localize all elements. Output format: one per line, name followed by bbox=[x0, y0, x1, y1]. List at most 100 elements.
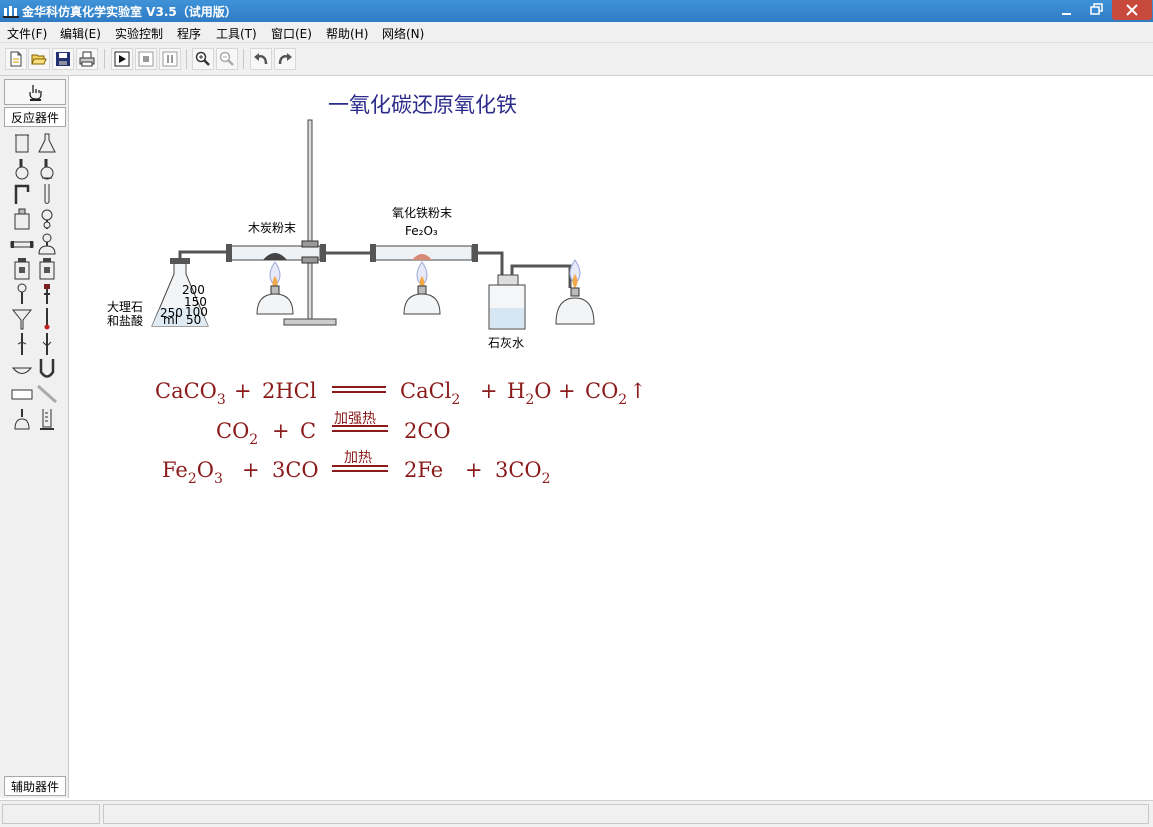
gas-bottle-icon[interactable] bbox=[10, 257, 34, 281]
menu-help[interactable]: 帮助(H) bbox=[326, 25, 368, 42]
undo-button[interactable] bbox=[250, 48, 272, 70]
pointer-tool-button[interactable] bbox=[4, 79, 66, 105]
pause-button[interactable] bbox=[159, 48, 181, 70]
glass-slide-icon[interactable] bbox=[10, 382, 34, 406]
iron-oxide-reaction-tube[interactable] bbox=[370, 244, 478, 262]
open-button[interactable] bbox=[28, 48, 50, 70]
equation-1: CaCO3 + 2HCl CaCl2 + H2O + CO2 ↑ bbox=[155, 379, 647, 408]
stop-icon bbox=[138, 51, 154, 67]
minimize-icon bbox=[1062, 13, 1071, 15]
conical-flask[interactable]: 250 ml 200 150 100 50 bbox=[151, 258, 209, 327]
zoom-out-button[interactable] bbox=[216, 48, 238, 70]
hand-pointer-icon bbox=[29, 85, 42, 101]
reagent-bottle-icon[interactable] bbox=[10, 207, 34, 231]
dropper-icon[interactable] bbox=[10, 282, 34, 306]
alcohol-lamp-2[interactable] bbox=[403, 261, 441, 315]
folder-open-icon bbox=[31, 54, 47, 65]
toolbar-separator bbox=[104, 49, 105, 69]
minimize-button[interactable] bbox=[1052, 0, 1082, 20]
flat-flask-icon[interactable] bbox=[35, 157, 59, 181]
svg-text:CaCl2: CaCl2 bbox=[400, 379, 460, 408]
svg-text:Fe2O3: Fe2O3 bbox=[162, 458, 223, 487]
save-button[interactable] bbox=[52, 48, 74, 70]
status-bar bbox=[0, 800, 1153, 827]
tab-reaction-apparatus[interactable]: 反应器件 bbox=[4, 107, 66, 127]
svg-text:CO2: CO2 bbox=[216, 419, 258, 448]
tab-auxiliary-apparatus[interactable]: 辅助器件 bbox=[4, 776, 66, 796]
condition-strong-heat: 加强热 bbox=[334, 411, 376, 427]
menu-experiment-control[interactable]: 实验控制 bbox=[115, 25, 163, 42]
stirring-rod-icon[interactable] bbox=[35, 382, 59, 406]
label-marble: 大理石 bbox=[107, 300, 143, 314]
experiment-drawing: 一氧化碳还原氧化铁 250 ml 200 150 100 50 大理石 和盐酸 bbox=[107, 93, 647, 487]
undo-icon bbox=[254, 53, 268, 65]
conical-flask-icon[interactable] bbox=[35, 132, 59, 156]
measuring-cylinder-icon[interactable] bbox=[35, 407, 59, 431]
svg-text:C: C bbox=[300, 419, 316, 443]
svg-text:CO2: CO2 bbox=[585, 379, 627, 408]
printer-icon bbox=[79, 51, 95, 67]
svg-text:↑: ↑ bbox=[629, 379, 647, 403]
label-charcoal-powder: 木炭粉末 bbox=[248, 221, 296, 235]
alcohol-lamp-1[interactable] bbox=[256, 261, 294, 315]
condition-heat: 加热 bbox=[344, 450, 372, 466]
status-pane-2 bbox=[103, 804, 1149, 824]
svg-text:2HCl: 2HCl bbox=[262, 379, 317, 403]
glass-tube-y-icon[interactable] bbox=[35, 332, 59, 356]
save-disk-icon bbox=[56, 52, 70, 66]
kipp-apparatus-icon[interactable] bbox=[35, 232, 59, 256]
separatory-funnel-icon[interactable] bbox=[35, 207, 59, 231]
wash-bottle-icon[interactable] bbox=[35, 257, 59, 281]
restore-button[interactable] bbox=[1082, 0, 1112, 20]
menu-window[interactable]: 窗口(E) bbox=[271, 25, 312, 42]
beaker-icon[interactable] bbox=[10, 132, 34, 156]
round-flask-icon[interactable] bbox=[10, 157, 34, 181]
svg-text:3CO2: 3CO2 bbox=[495, 458, 551, 487]
redo-button[interactable] bbox=[274, 48, 296, 70]
funnel-icon[interactable] bbox=[10, 307, 34, 331]
alcohol-lamp-3[interactable] bbox=[555, 259, 595, 325]
horizontal-tube-icon[interactable] bbox=[10, 232, 34, 256]
menu-edit[interactable]: 编辑(E) bbox=[60, 25, 101, 42]
stop-button[interactable] bbox=[135, 48, 157, 70]
bent-tube-icon[interactable] bbox=[10, 182, 34, 206]
app-icon bbox=[3, 6, 19, 18]
svg-text:2CO: 2CO bbox=[404, 419, 451, 443]
svg-text:+: + bbox=[272, 419, 290, 443]
run-button[interactable] bbox=[111, 48, 133, 70]
flask-mark-ml: ml bbox=[163, 313, 178, 327]
zoom-out-icon bbox=[219, 51, 234, 66]
limewater-bottle[interactable] bbox=[488, 274, 526, 330]
print-button[interactable] bbox=[76, 48, 98, 70]
svg-text:3CO: 3CO bbox=[272, 458, 319, 482]
test-tube-icon[interactable] bbox=[35, 182, 59, 206]
u-tube-icon[interactable] bbox=[35, 357, 59, 381]
new-file-icon bbox=[10, 51, 22, 67]
alcohol-lamp-icon[interactable] bbox=[10, 407, 34, 431]
svg-text:+: + bbox=[465, 458, 483, 482]
stopper-dropper-icon[interactable] bbox=[35, 282, 59, 306]
close-button[interactable] bbox=[1112, 0, 1152, 20]
restore-icon bbox=[1090, 3, 1103, 15]
status-pane-1 bbox=[2, 804, 100, 824]
label-hydrochloric-acid: 和盐酸 bbox=[107, 313, 143, 328]
pause-icon bbox=[162, 51, 178, 67]
svg-text:2Fe: 2Fe bbox=[404, 458, 443, 482]
equation-2: CO2 + C 加强热 2CO bbox=[216, 411, 451, 448]
menu-program[interactable]: 程序 bbox=[177, 25, 201, 42]
apparatus-panel: 反应器件 辅助器件 bbox=[0, 76, 69, 798]
menu-tools[interactable]: 工具(T) bbox=[216, 25, 257, 42]
thermometer-icon[interactable] bbox=[35, 307, 59, 331]
new-button[interactable] bbox=[5, 48, 27, 70]
menu-bar: 文件(F) 编辑(E) 实验控制 程序 工具(T) 窗口(E) 帮助(H) 网络… bbox=[0, 22, 1153, 43]
svg-text:+: + bbox=[558, 379, 576, 403]
window-title: 金华科仿真化学实验室 V3.5（试用版） bbox=[22, 5, 237, 19]
evaporating-dish-icon[interactable] bbox=[10, 357, 34, 381]
title-bar: 金华科仿真化学实验室 V3.5（试用版） bbox=[0, 0, 1153, 22]
menu-network[interactable]: 网络(N) bbox=[382, 25, 424, 42]
glass-tube-t-icon[interactable] bbox=[10, 332, 34, 356]
zoom-in-button[interactable] bbox=[192, 48, 214, 70]
toolbar-separator bbox=[186, 49, 187, 69]
experiment-canvas[interactable]: 一氧化碳还原氧化铁 250 ml 200 150 100 50 大理石 和盐酸 bbox=[70, 76, 1153, 800]
menu-file[interactable]: 文件(F) bbox=[7, 25, 47, 42]
